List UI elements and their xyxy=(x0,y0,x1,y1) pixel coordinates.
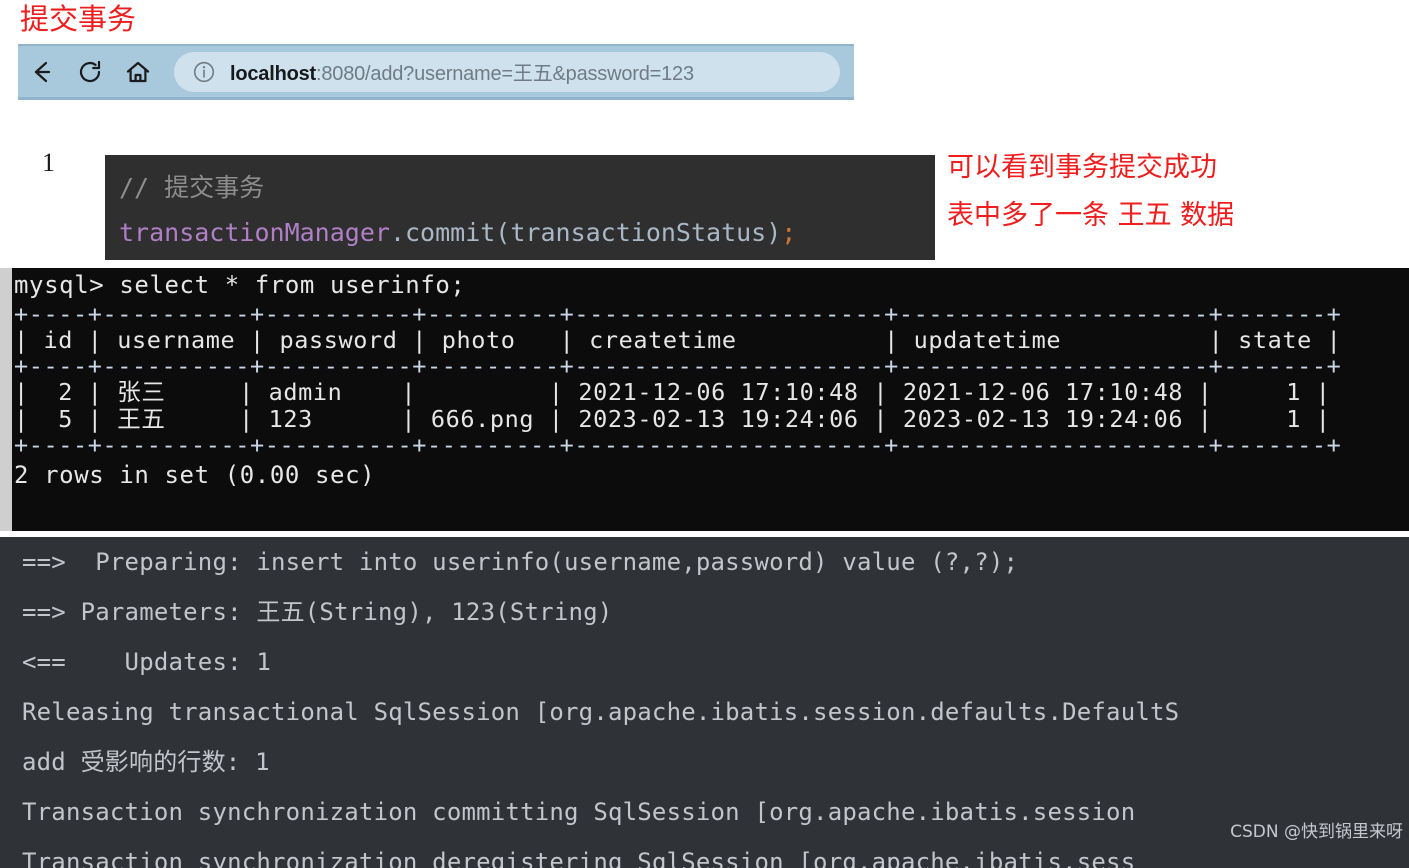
annotation-line-1: 可以看到事务提交成功 xyxy=(947,152,1217,183)
log-line: add 受影响的行数: 1 xyxy=(22,748,270,776)
mysql-rule-bottom: +----+----------+----------+---------+--… xyxy=(14,431,1342,459)
code-comment-token: // 提交事务 xyxy=(119,173,265,202)
arrow-left-icon xyxy=(27,57,57,87)
home-icon xyxy=(123,57,153,87)
code-line-number: 1 xyxy=(42,148,55,177)
page-title: 提交事务 xyxy=(20,2,137,36)
address-bar-text: localhost:8080/add?username=王五&password=… xyxy=(230,57,694,86)
reload-icon xyxy=(75,57,105,87)
log-line: ==> Parameters: 王五(String), 123(String) xyxy=(22,598,613,626)
log-line: Transaction synchronization deregisterin… xyxy=(22,848,1136,868)
log-line: <== Updates: 1 xyxy=(22,648,272,676)
info-circle-icon[interactable] xyxy=(192,60,216,84)
browser-toolbar: localhost:8080/add?username=王五&password=… xyxy=(18,44,854,100)
log-line: Releasing transactional SqlSession [org.… xyxy=(22,698,1180,726)
url-host: localhost xyxy=(230,63,316,85)
annotation-note: 可以看到事务提交成功 表中多了一条 王五 数据 xyxy=(947,144,1234,240)
log-line: Transaction synchronization committing S… xyxy=(22,798,1136,826)
table-row: | 5 | 王五 | 123 | 666.png | 2023-02-13 19… xyxy=(14,405,1331,433)
table-row: | 2 | 张三 | admin | | 2021-12-06 17:10:48… xyxy=(14,378,1331,406)
code-line-comment: // 提交事务 xyxy=(119,165,935,210)
code-line-statement: transactionManager.commit(transactionSta… xyxy=(119,210,935,255)
code-variable-token: transactionManager xyxy=(119,218,390,247)
mysql-prompt-line: mysql> select * from userinfo; xyxy=(14,271,466,299)
code-method-token: commit(transactionStatus) xyxy=(405,218,782,247)
mysql-rule-top: +----+----------+----------+---------+--… xyxy=(14,300,1342,328)
back-button[interactable] xyxy=(18,48,66,96)
annotation-line-2: 表中多了一条 王五 数据 xyxy=(947,200,1235,231)
home-button[interactable] xyxy=(114,48,162,96)
mysql-header-row: | id | username | password | photo | cre… xyxy=(14,326,1342,354)
code-snippet: // 提交事务 transactionManager.commit(transa… xyxy=(105,155,935,260)
log-console: ==> Preparing: insert into userinfo(user… xyxy=(0,537,1409,868)
reload-button[interactable] xyxy=(66,48,114,96)
code-semicolon-token: ; xyxy=(781,218,797,247)
mysql-terminal: mysql> select * from userinfo; +----+---… xyxy=(0,268,1409,531)
log-line: ==> Preparing: insert into userinfo(user… xyxy=(22,548,1019,576)
mysql-result-footer: 2 rows in set (0.00 sec) xyxy=(14,461,376,489)
mysql-rule-mid: +----+----------+----------+---------+--… xyxy=(14,352,1342,380)
code-dot-token: . xyxy=(389,218,405,247)
address-bar[interactable]: localhost:8080/add?username=王五&password=… xyxy=(174,51,840,92)
url-path: :8080/add?username=王五&password=123 xyxy=(316,63,694,85)
